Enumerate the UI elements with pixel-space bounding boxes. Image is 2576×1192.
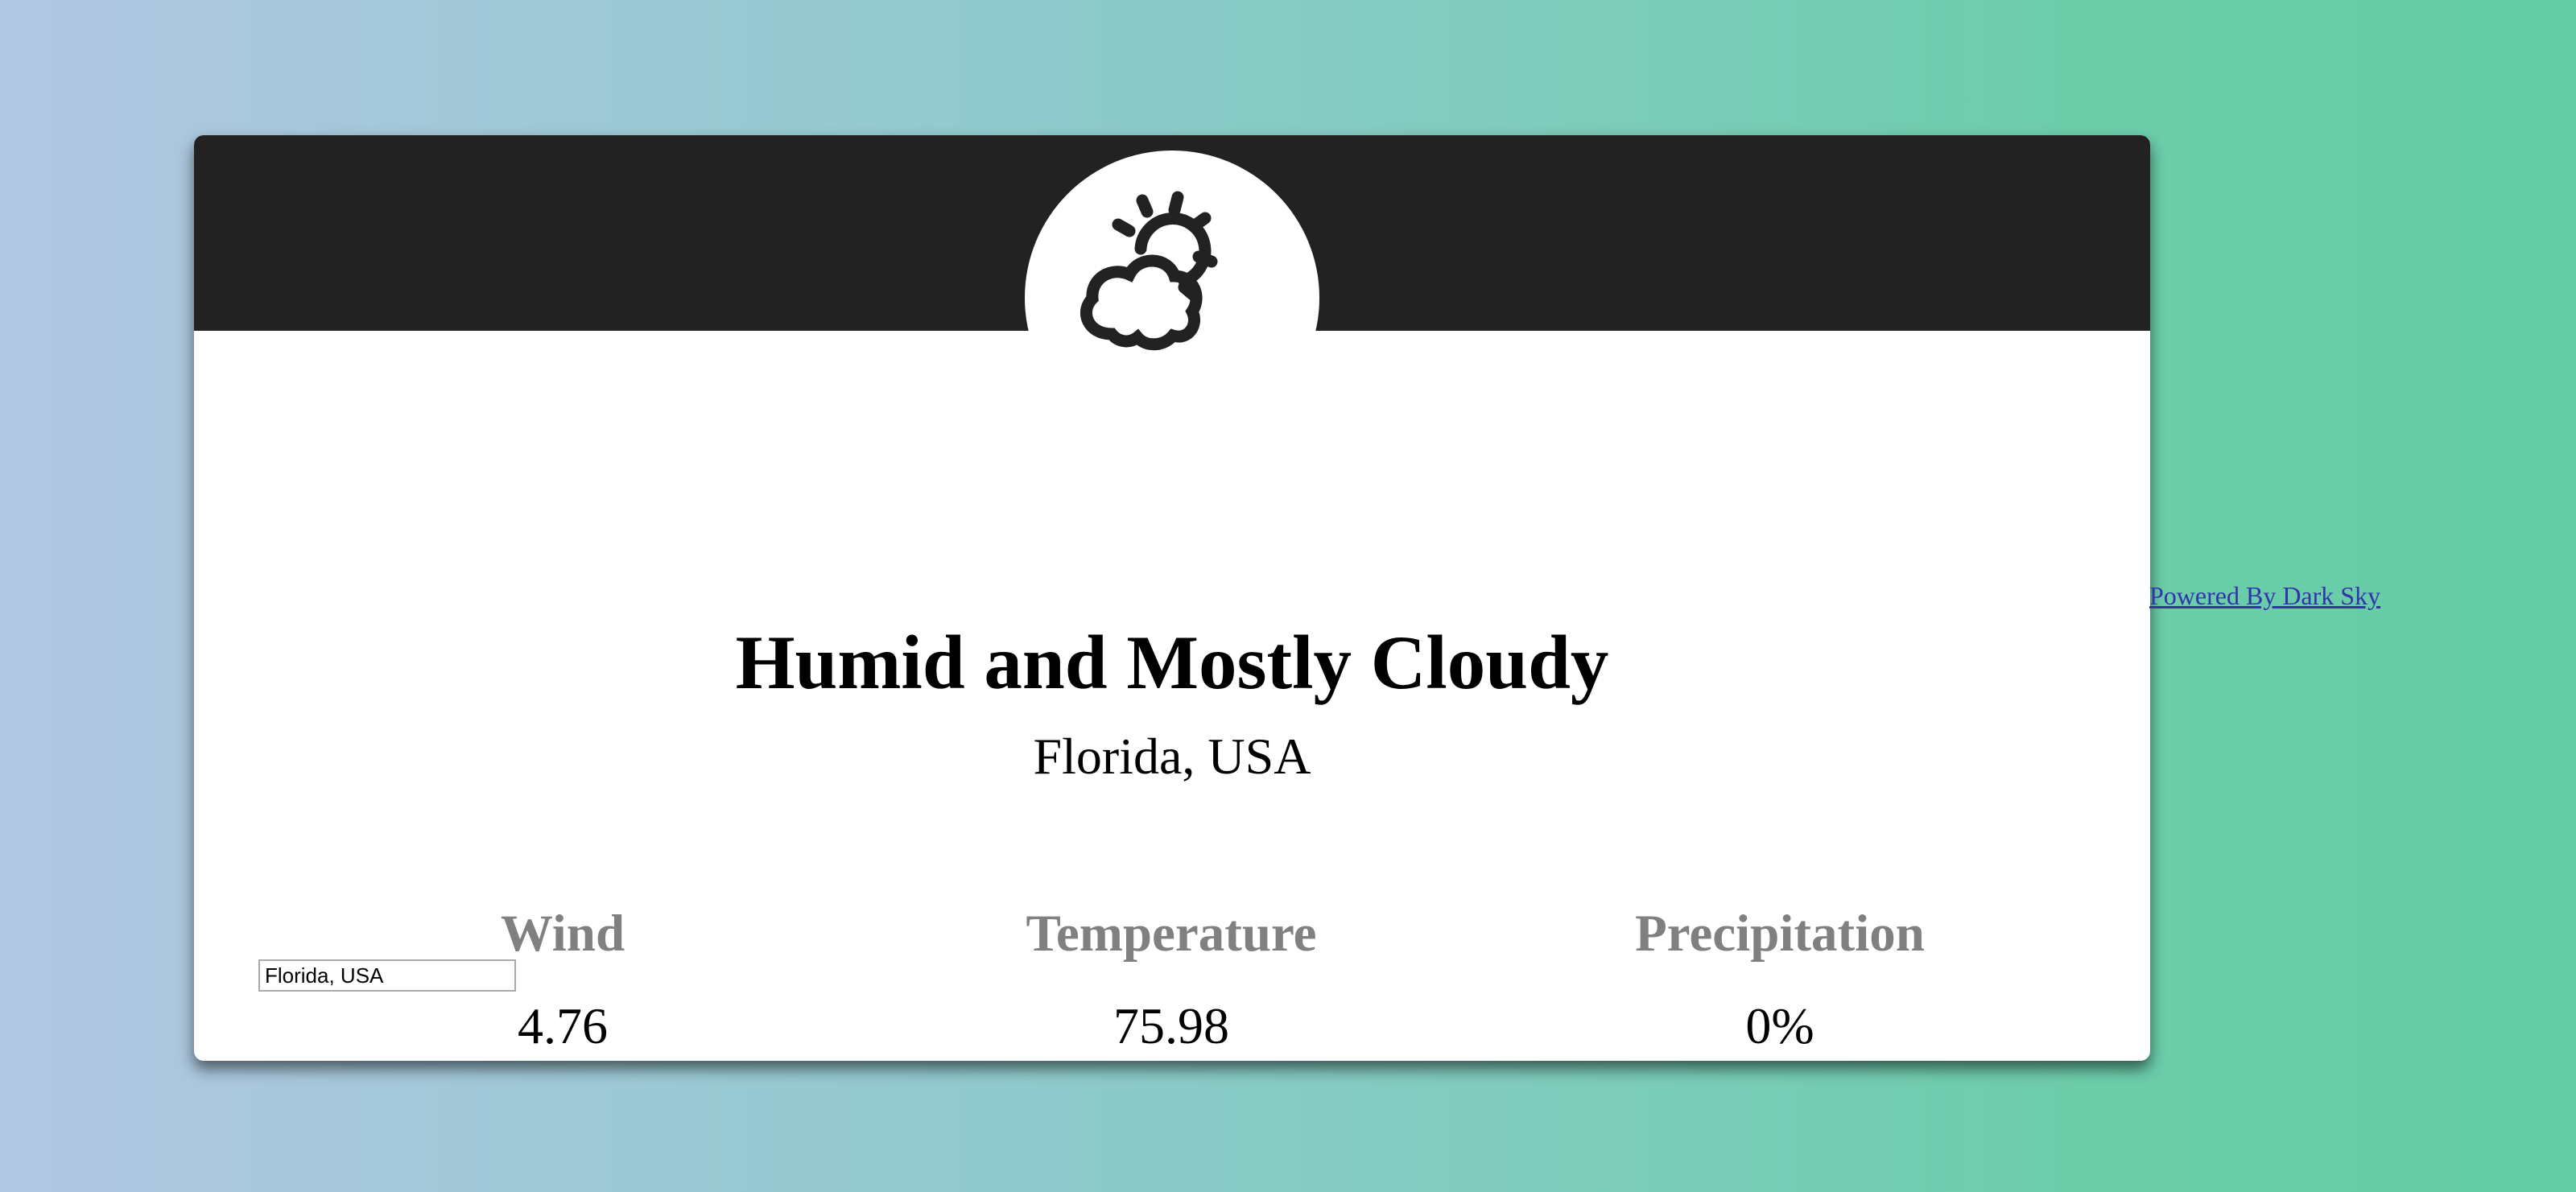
location-name: Florida, USA — [1033, 728, 1311, 785]
precipitation-label: Precipitation — [1635, 905, 1925, 963]
precipitation-stat: Precipitation 0% — [1538, 908, 2021, 1052]
temperature-stat: Temperature 75.98 — [930, 908, 1413, 1052]
location-search-input[interactable] — [258, 959, 516, 992]
weather-summary: Humid and Mostly Cloudy — [735, 620, 1609, 705]
temperature-value: 75.98 — [1113, 997, 1229, 1054]
temperature-label: Temperature — [1026, 905, 1317, 963]
precipitation-value: 0% — [1745, 997, 1814, 1054]
powered-by-dark-sky-link[interactable]: Powered By Dark Sky — [2149, 581, 2380, 611]
partly-cloudy-day-icon — [1080, 191, 1218, 351]
weather-icon-badge — [1025, 151, 1319, 445]
wind-value: 4.76 — [518, 997, 608, 1054]
wind-label: Wind — [500, 905, 625, 963]
weather-card: Humid and Mostly Cloudy Florida, USA Win… — [194, 135, 2150, 1061]
